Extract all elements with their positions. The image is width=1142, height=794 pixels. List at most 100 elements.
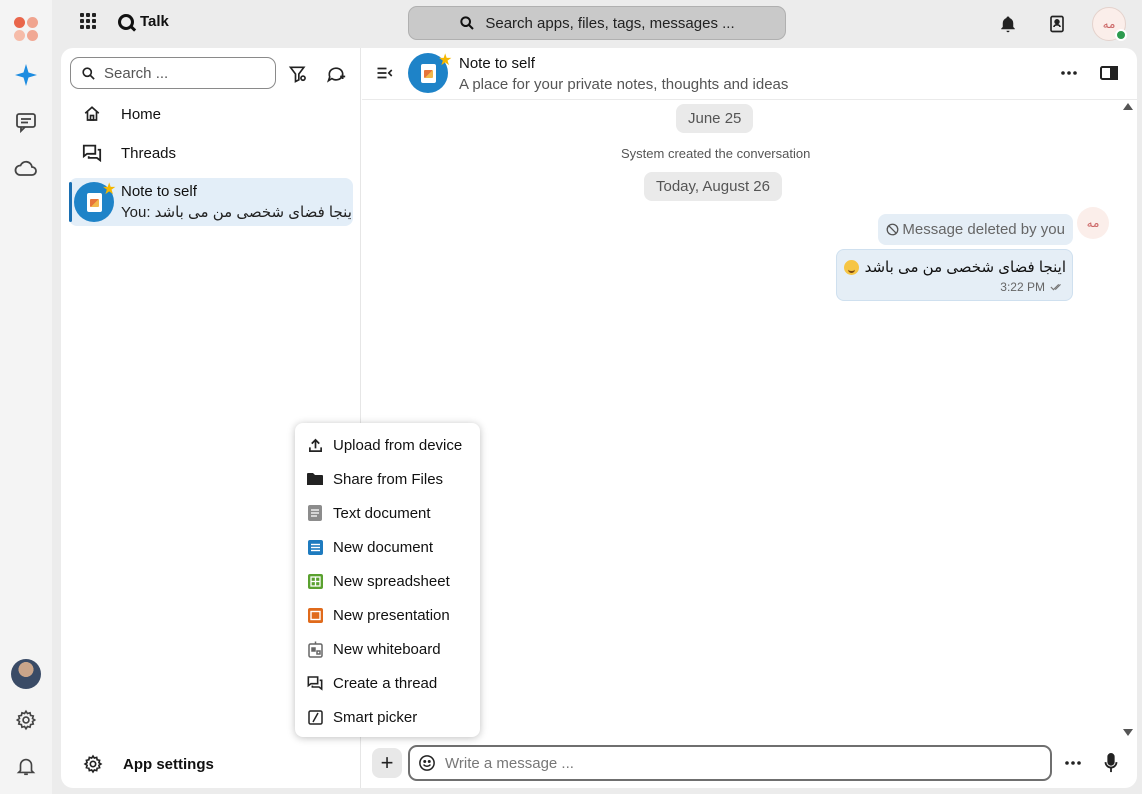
presentation-icon (307, 607, 323, 623)
message-meta: 3:22 PM (1000, 280, 1064, 294)
app-menu-icon[interactable] (80, 13, 96, 29)
menu-item-label: Text document (333, 504, 431, 522)
talk-app-icon[interactable] (11, 107, 41, 137)
settings-gear-icon[interactable] (11, 705, 41, 735)
whiteboard-icon (307, 641, 323, 658)
search-icon (460, 16, 475, 30)
app-name: Talk (140, 13, 169, 30)
favorite-star-icon: ★ (102, 181, 117, 198)
text-document-icon (307, 505, 323, 521)
blocked-icon (886, 223, 899, 236)
threads-icon (81, 144, 103, 162)
conversation-preview: You: اینجا فضای شخصی من می باشد (121, 204, 351, 221)
assistant-sparkle-icon[interactable] (11, 60, 41, 90)
menu-item-label: Share from Files (333, 470, 444, 488)
top-bar: Talk Search apps, files, tags, messages … (52, 0, 1142, 48)
toggle-right-sidebar-icon[interactable] (1097, 61, 1121, 85)
deleted-message[interactable]: Message deleted by you (878, 214, 1073, 245)
conversation-search-input[interactable]: Search ... (70, 57, 276, 89)
menu-create-thread[interactable]: Create a thread (295, 666, 480, 700)
profile-avatar[interactable] (11, 659, 41, 689)
scroll-down-arrow-icon[interactable] (1123, 729, 1133, 736)
chat-title: Note to self (459, 55, 535, 72)
thread-icon (307, 675, 323, 691)
menu-item-label: Create a thread (333, 674, 438, 692)
attachment-menu: Upload from device Share from Files Text… (295, 423, 480, 737)
menu-new-spreadsheet[interactable]: New spreadsheet (295, 564, 480, 598)
date-separator: June 25 (676, 104, 754, 133)
app-settings-label: App settings (123, 755, 214, 773)
message-input[interactable]: Write a message ... (408, 745, 1052, 781)
folder-icon (307, 471, 323, 487)
emoji-picker-icon[interactable] (418, 754, 436, 772)
home-icon (81, 105, 103, 123)
composer-more-icon[interactable] (1061, 751, 1085, 775)
notifications-bell-icon[interactable] (11, 751, 41, 781)
talk-logo-icon (118, 13, 134, 30)
contacts-icon[interactable] (1045, 12, 1069, 36)
user-initials: مه (1102, 17, 1116, 31)
message-time: 3:22 PM (1000, 280, 1045, 294)
document-icon (307, 539, 323, 555)
menu-smart-picker[interactable]: Smart picker (295, 700, 480, 734)
user-menu-avatar[interactable]: مه (1092, 7, 1127, 41)
menu-text-document[interactable]: Text document (295, 496, 480, 530)
menu-item-label: Upload from device (333, 436, 463, 454)
smiley-emoji-icon (843, 259, 859, 275)
notifications-icon[interactable] (996, 12, 1020, 36)
microphone-icon[interactable] (1099, 751, 1123, 775)
menu-item-label: New spreadsheet (333, 572, 450, 590)
menu-share-from-files[interactable]: Share from Files (295, 462, 480, 496)
menu-upload-from-device[interactable]: Upload from device (295, 428, 480, 462)
more-options-icon[interactable] (1057, 61, 1081, 85)
read-checkmark-icon (1050, 283, 1061, 291)
author-initials: مه (1086, 216, 1100, 230)
spreadsheet-icon (307, 573, 323, 589)
online-status-icon (1115, 29, 1127, 41)
nav-threads[interactable]: Threads (81, 144, 176, 162)
add-attachment-button[interactable]: + (372, 748, 402, 778)
message-input-placeholder: Write a message ... (445, 754, 574, 772)
nav-threads-label: Threads (121, 144, 177, 162)
chat-subtitle: A place for your private notes, thoughts… (459, 76, 789, 93)
date-separator-today: Today, August 26 (644, 172, 782, 201)
conversation-item-note-to-self[interactable]: ★ Note to self You: اینجا فضای شخصی من م… (69, 178, 353, 226)
upload-icon (307, 437, 323, 453)
search-placeholder: Search ... (104, 64, 169, 82)
deleted-message-text: Message deleted by you (902, 221, 1065, 238)
menu-item-label: Smart picker (333, 708, 418, 726)
menu-new-document[interactable]: New document (295, 530, 480, 564)
plus-icon: + (380, 750, 394, 775)
nav-home-label: Home (121, 105, 162, 123)
app-settings-button[interactable]: App settings (83, 754, 214, 774)
app-rail (0, 0, 52, 794)
toggle-sidebar-icon[interactable] (373, 61, 397, 85)
message-bubble[interactable]: اینجا فضای شخصی من می باشد 3:22 PM (836, 249, 1073, 301)
menu-new-whiteboard[interactable]: New whiteboard (295, 632, 480, 666)
unified-search-placeholder: Search apps, files, tags, messages ... (485, 14, 735, 32)
new-conversation-icon[interactable] (324, 62, 348, 86)
favorite-star-icon: ★ (438, 52, 453, 69)
files-cloud-icon[interactable] (11, 153, 41, 183)
smart-picker-icon (307, 709, 323, 725)
nextcloud-logo-icon[interactable] (11, 14, 41, 44)
menu-new-presentation[interactable]: New presentation (295, 598, 480, 632)
menu-item-label: New presentation (333, 606, 450, 624)
note-document-icon (420, 63, 436, 83)
menu-item-label: New whiteboard (333, 640, 441, 658)
system-message: System created the conversation (621, 146, 811, 161)
chat-header: ★ Note to self A place for your private … (362, 48, 1137, 100)
note-document-icon (86, 192, 102, 212)
filter-icon[interactable] (286, 62, 310, 86)
message-author-avatar[interactable]: مه (1077, 207, 1109, 239)
scroll-up-arrow-icon[interactable] (1123, 103, 1133, 110)
search-icon (82, 66, 95, 80)
message-content: اینجا فضای شخصی من می باشد (843, 258, 1066, 276)
settings-gear-icon (83, 754, 103, 774)
conversation-title: Note to self (121, 183, 197, 200)
nav-home[interactable]: Home (81, 105, 161, 123)
unified-search-button[interactable]: Search apps, files, tags, messages ... (408, 6, 786, 40)
message-text: اینجا فضای شخصی من می باشد (864, 259, 1066, 276)
active-indicator (69, 182, 72, 222)
app-brand[interactable]: Talk (118, 13, 169, 30)
